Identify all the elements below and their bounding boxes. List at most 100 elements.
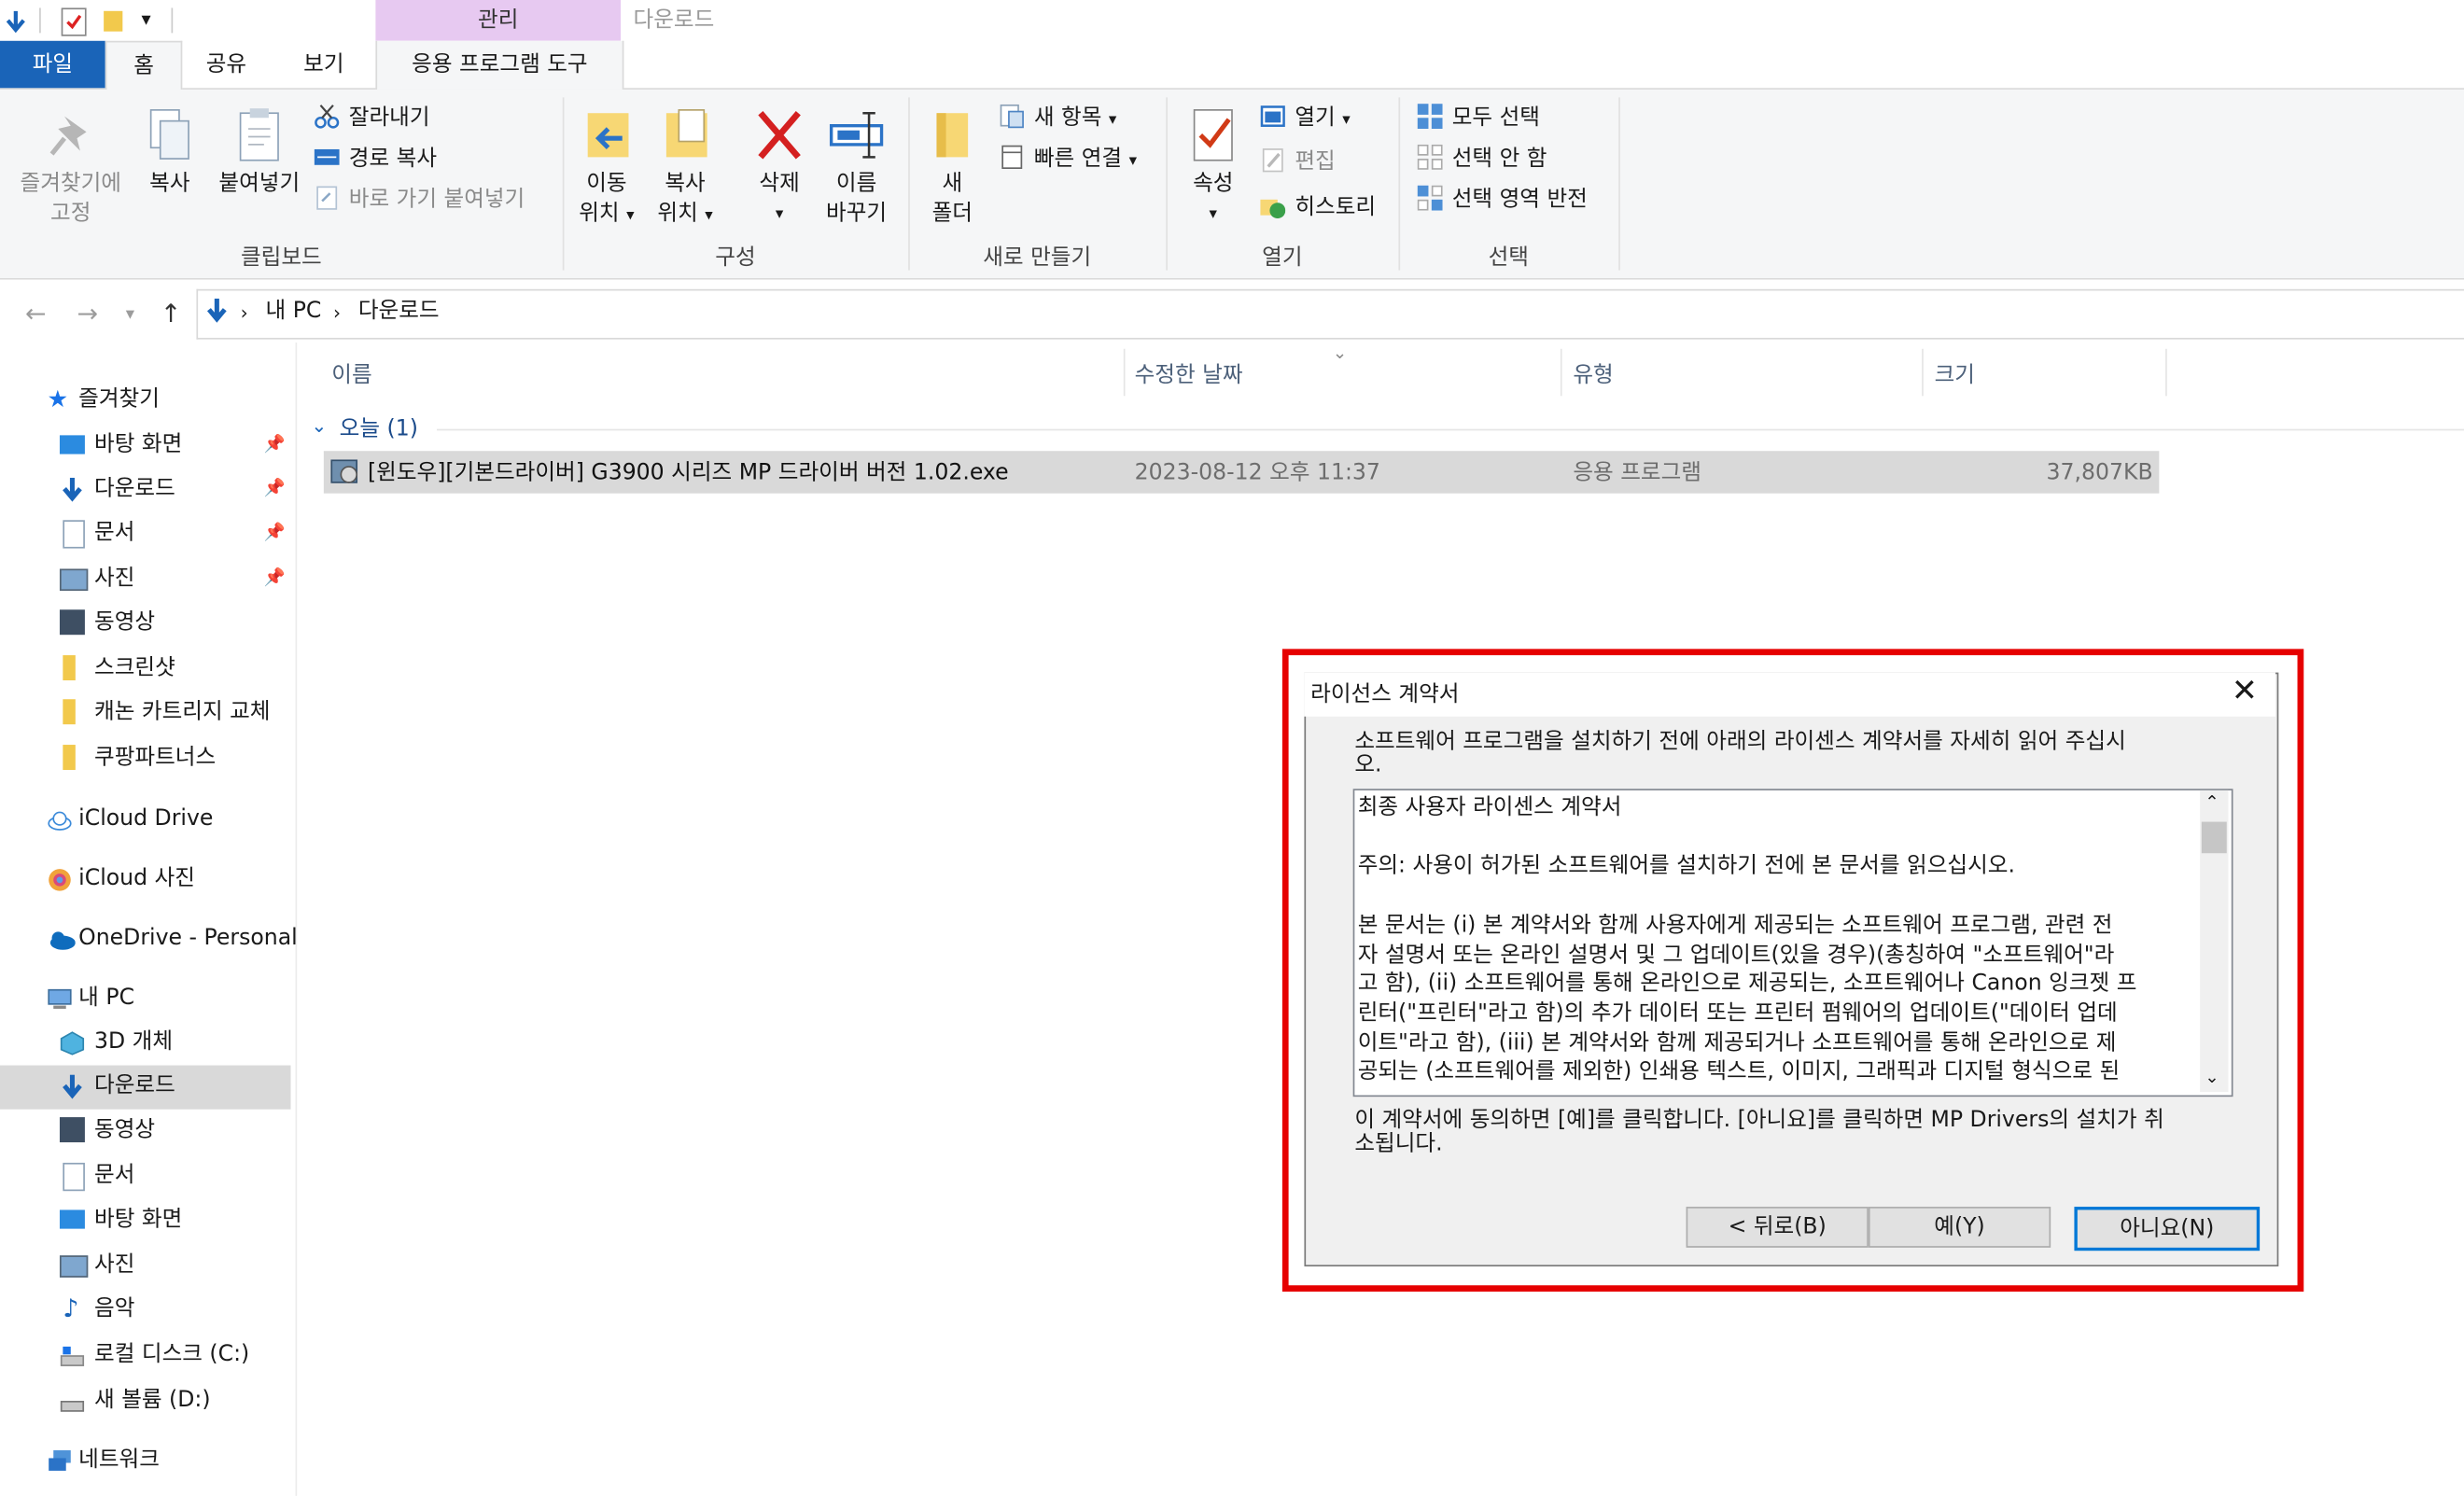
nav-pc-documents[interactable]: 문서 [60,1154,134,1195]
nav-item-label: OneDrive - Personal [78,925,298,951]
nav-icloud-drive[interactable]: iCloud Drive [48,798,213,839]
nav-qa-documents[interactable]: 문서 [60,512,134,553]
qat-customize-icon[interactable]: ▾ [142,5,151,33]
copy-to-button[interactable]: 복사 위치 ▾ [651,106,720,231]
back-button[interactable]: < 뒤로(B) [1686,1207,1869,1248]
nav-qa-pictures[interactable]: 사진 [59,558,134,599]
select-none-button[interactable]: 선택 안 함 [1417,142,1547,176]
nav-quick-access[interactable]: ★ 즐겨찾기 [48,379,160,420]
invert-selection-button[interactable]: 선택 영역 반전 [1417,182,1588,217]
column-header-size[interactable]: 크기 [1935,358,1975,390]
nav-qa-downloads[interactable]: 다운로드 [60,468,175,510]
nav-pc-music[interactable]: ♪ 음악 [60,1289,134,1330]
history-button[interactable]: 히스토리 [1260,190,1376,225]
nav-pc-local-disk-c[interactable]: 로컬 디스크 (C:) [60,1334,249,1375]
paste-shortcut-button[interactable]: 바로 가기 붙여넣기 [315,182,525,217]
paste-button[interactable]: 붙여넣기 [211,106,308,199]
cube-3d-icon [60,1029,85,1056]
nav-qa-desktop[interactable]: 바탕 화면 [59,425,182,466]
column-header-date[interactable]: 수정한 날짜 [1135,358,1243,390]
pin-label-1: 즐겨찾기에 [20,171,121,197]
column-divider[interactable] [2165,348,2167,397]
up-arrow-icon[interactable]: ↑ [161,299,182,329]
address-box[interactable] [196,288,2464,340]
new-folder-button[interactable]: 새 폴더 [917,106,987,229]
download-arrow-icon [60,1073,85,1099]
file-name: [윈도우][기본드라이버] G3900 시리즈 MP 드라이버 버전 1.02.… [367,460,1009,486]
group-divider [437,428,2464,431]
tab-view[interactable]: 보기 [283,41,365,89]
nav-pc-downloads[interactable]: 다운로드 [60,1066,175,1107]
column-header-name[interactable]: 이름 [331,358,371,390]
qat-divider [39,7,41,34]
new-item-button[interactable]: 새 항목 ▾ [1000,101,1116,135]
tab-app-tools[interactable]: 응용 프로그램 도구 [375,40,624,90]
tab-share[interactable]: 공유 [186,41,268,89]
scroll-down-chevron-icon[interactable]: ⌄ [2205,1064,2219,1092]
open-button[interactable]: 열기 ▾ [1260,101,1351,135]
nav-icloud-photos[interactable]: iCloud 사진 [48,858,195,899]
nav-qa-canon[interactable]: 캐논 카트리지 교체 [60,692,271,733]
breadcrumb-this-pc[interactable]: 내 PC [266,297,322,325]
context-tab-group-label: 관리 [478,7,519,34]
group-collapse-chevron-icon[interactable]: ⌄ [311,412,327,440]
nav-quick-access-label: 즐겨찾기 [78,386,160,412]
forward-arrow-icon[interactable]: → [77,299,98,329]
qat-folder-icon[interactable] [104,10,123,32]
nav-pc-videos[interactable]: 동영상 [59,1110,155,1151]
qat-properties-icon[interactable] [61,7,87,36]
copy-path-icon [314,145,340,170]
breadcrumb-downloads[interactable]: 다운로드 [358,297,440,325]
move-to-button[interactable]: 이동 위치 ▾ [572,106,641,231]
group-header-today[interactable]: 오늘 (1) [340,414,418,442]
tab-home[interactable]: 홈 [105,40,183,91]
qat-down-arrow-icon[interactable] [5,9,27,34]
nav-pc-desktop[interactable]: 바탕 화면 [59,1199,182,1240]
properties-label: 속성 [1193,171,1234,197]
select-all-button[interactable]: 모두 선택 [1417,101,1540,135]
dialog-close-icon[interactable]: ✕ [2232,674,2258,706]
rename-label-2: 바꾸기 [826,201,888,227]
nav-network[interactable]: 네트워크 [48,1439,160,1480]
scrollbar-thumb[interactable] [2201,821,2227,854]
pin-icon[interactable]: 📌 [264,522,286,542]
tab-file[interactable]: 파일 [0,40,105,89]
delete-button[interactable]: 삭제 ▾ [745,106,814,229]
pin-label-2: 고정 [50,201,91,227]
dropdown-icon: ▾ [705,207,713,225]
group-label-new: 새로 만들기 [983,245,1092,271]
nav-qa-screenshots[interactable]: 스크린샷 [60,648,175,689]
nav-this-pc[interactable]: 내 PC [48,977,134,1018]
copy-path-button[interactable]: 경로 복사 [314,142,437,176]
pin-to-quick-access-button[interactable]: 즐겨찾기에 고정 [7,106,135,229]
yes-button[interactable]: 예(Y) [1868,1207,2051,1248]
column-header-type[interactable]: 유형 [1573,358,1613,390]
nav-qa-coupang[interactable]: 쿠팡파트너스 [60,737,216,778]
nav-qa-videos[interactable]: 동영상 [59,602,155,643]
column-divider[interactable] [1922,348,1924,397]
document-icon [63,520,85,549]
pin-icon[interactable]: 📌 [264,434,286,454]
properties-button[interactable]: 속성 ▾ [1179,106,1248,229]
copy-button[interactable]: 복사 [138,106,201,199]
folder-icon [63,745,76,770]
nav-onedrive[interactable]: OneDrive - Personal [48,917,298,958]
column-divider[interactable] [1560,348,1562,397]
rename-button[interactable]: 이름 바꾸기 [818,106,896,229]
no-button[interactable]: 아니요(N) [2074,1207,2261,1251]
column-divider[interactable] [1123,348,1126,397]
dropdown-icon: ▾ [1128,152,1138,170]
edit-button[interactable]: 편집 [1260,145,1336,179]
pin-icon[interactable]: 📌 [264,478,286,498]
scroll-up-chevron-icon[interactable]: ⌃ [2205,789,2219,817]
back-arrow-icon[interactable]: ← [25,299,47,329]
cut-button[interactable]: 잘라내기 [315,101,430,135]
qat-divider-2 [171,7,174,34]
easy-access-button[interactable]: 빠른 연결 ▾ [1000,142,1137,176]
nav-pc-pictures[interactable]: 사진 [59,1244,134,1285]
nav-pc-volume-d[interactable]: 새 볼륨 (D:) [60,1379,211,1420]
recent-chevron-down-icon[interactable]: ▾ [126,303,134,324]
nav-pc-3d-objects[interactable]: 3D 개체 [60,1021,173,1062]
pin-icon[interactable]: 📌 [264,567,286,588]
dropdown-icon: ▾ [626,207,635,225]
